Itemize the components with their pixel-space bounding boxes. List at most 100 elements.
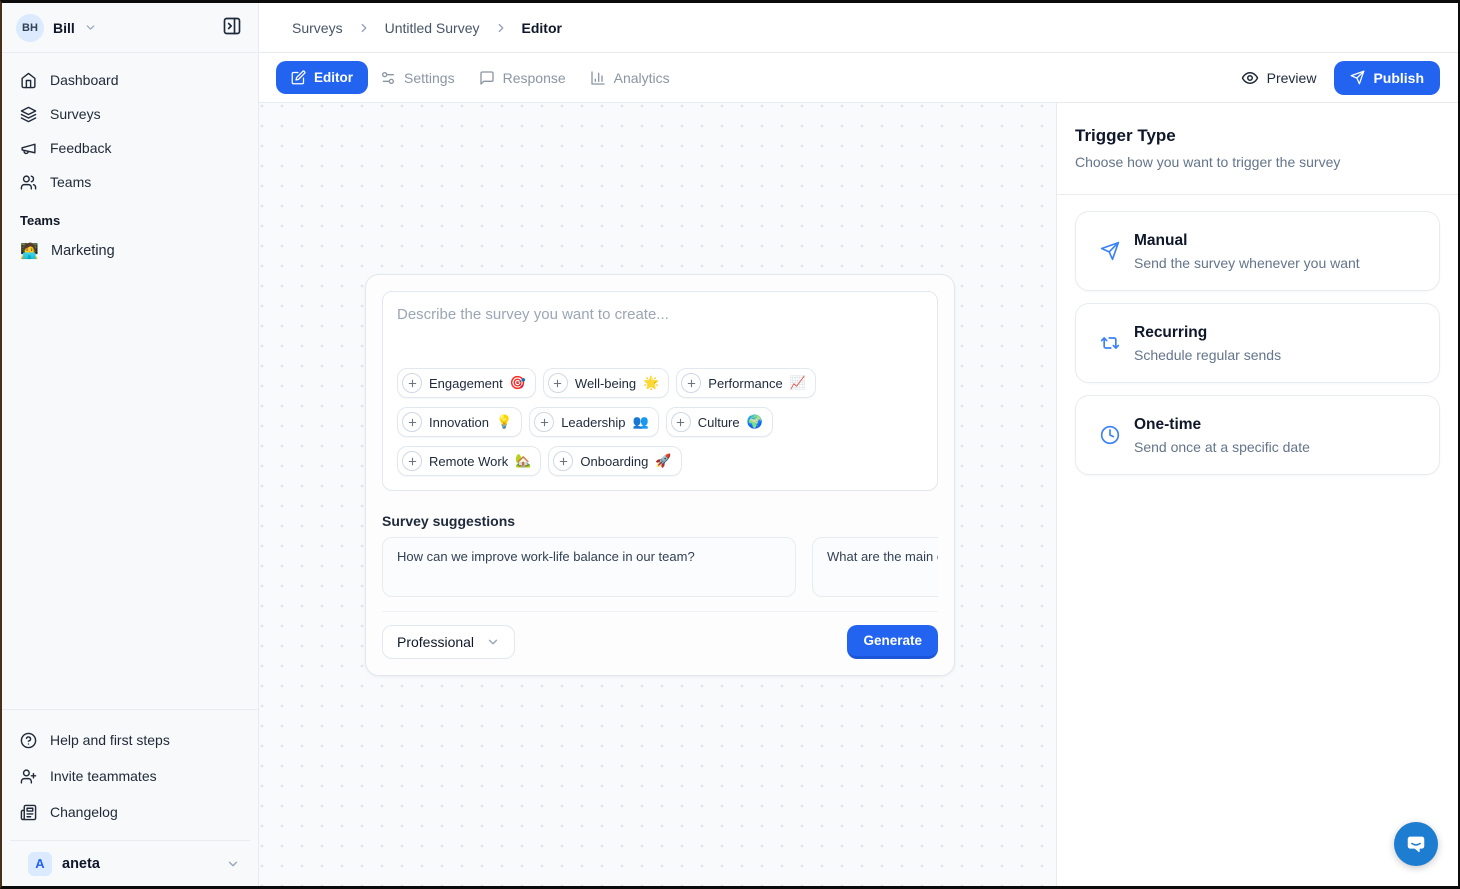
sidebar-item-invite[interactable]: Invite teammates [10,758,250,794]
preview-label: Preview [1267,70,1317,86]
plus-icon [402,412,422,432]
topic-chip-label: Performance [708,376,782,391]
topic-chip-label: Onboarding [580,454,648,469]
tab-response[interactable]: Response [467,62,578,94]
topic-chip-emoji: 🌟 [643,375,659,391]
topic-chip-emoji: 📈 [790,375,806,391]
topic-chip-emoji: 🏡 [515,453,531,469]
trigger-option-title: Recurring [1134,324,1281,342]
trigger-option-manual[interactable]: Manual Send the survey whenever you want [1075,211,1440,291]
topic-chip-culture[interactable]: Culture 🌍 [666,407,773,437]
topic-chips: Engagement 🎯 Well-being 🌟 Performance [397,368,923,476]
eye-icon [1241,69,1259,87]
bar-chart-icon [590,70,606,86]
trigger-option-title: One-time [1134,416,1310,434]
preview-button[interactable]: Preview [1241,69,1317,87]
sliders-icon [380,70,396,86]
sidebar-item-label: Teams [50,174,91,190]
team-emoji: 🧑‍💻 [20,242,38,260]
topic-chip-performance[interactable]: Performance 📈 [676,368,816,398]
suggestion-card[interactable]: What are the main ob [812,537,938,597]
topic-chip-label: Engagement [429,376,503,391]
user-plus-icon [20,768,37,785]
user-menu[interactable]: A aneta [10,840,250,886]
chat-bubble-icon [1405,833,1427,855]
chat-launcher-button[interactable] [1394,822,1438,866]
plus-icon [671,412,691,432]
publish-label: Publish [1373,70,1424,86]
user-name: aneta [62,856,100,872]
home-icon [20,72,37,89]
publish-button[interactable]: Publish [1334,61,1440,95]
sidebar-item-dashboard[interactable]: Dashboard [10,63,250,97]
sidebar-header: BH Bill [2,3,258,53]
trigger-option-recurring[interactable]: Recurring Schedule regular sends [1075,303,1440,383]
survey-description-input[interactable] [397,306,923,368]
topic-chip-emoji: 🚀 [655,453,671,469]
sidebar-item-label: Dashboard [50,72,119,88]
sidebar-team-marketing[interactable]: 🧑‍💻 Marketing [10,234,250,268]
trigger-panel-title: Trigger Type [1075,126,1440,146]
topic-chip-innovation[interactable]: Innovation 💡 [397,407,522,437]
user-avatar: A [28,852,52,876]
trigger-panel-subtitle: Choose how you want to trigger the surve… [1075,154,1440,170]
survey-composer-card: Engagement 🎯 Well-being 🌟 Performance [365,274,955,676]
sidebar-item-teams[interactable]: Teams [10,165,250,199]
sidebar-item-label: Invite teammates [50,768,157,784]
topic-chip-label: Innovation [429,415,489,430]
sidebar-item-changelog[interactable]: Changelog [10,794,250,830]
topic-chip-label: Leadership [561,415,625,430]
trigger-option-description: Send once at a specific date [1134,439,1310,455]
workspace-name: Bill [53,20,75,36]
topic-chip-onboarding[interactable]: Onboarding 🚀 [548,446,681,476]
plus-icon [402,451,422,471]
trigger-option-text: Manual Send the survey whenever you want [1134,232,1360,271]
layers-icon [20,106,37,123]
message-icon [479,70,495,86]
tab-label: Analytics [614,70,670,86]
sidebar-item-label: Changelog [50,804,118,820]
trigger-panel-header: Trigger Type Choose how you want to trig… [1057,103,1458,195]
topic-chip-engagement[interactable]: Engagement 🎯 [397,368,536,398]
topic-chip-label: Well-being [575,376,636,391]
trigger-option-text: Recurring Schedule regular sends [1134,324,1281,363]
suggestion-card[interactable]: How can we improve work-life balance in … [382,537,796,597]
help-circle-icon [20,732,37,749]
breadcrumb-survey-name[interactable]: Untitled Survey [385,20,480,36]
tone-select[interactable]: Professional [382,625,515,659]
sidebar-footer: Help and first steps Invite teammates Ch… [2,709,258,886]
app-window: BH Bill Dashboard [0,0,1460,889]
topic-chip-leadership[interactable]: Leadership 👥 [529,407,659,437]
breadcrumb-surveys[interactable]: Surveys [292,20,343,36]
chevron-right-icon [494,21,508,35]
tab-settings[interactable]: Settings [368,62,467,94]
survey-canvas[interactable]: Engagement 🎯 Well-being 🌟 Performance [259,103,1056,886]
topic-chip-wellbeing[interactable]: Well-being 🌟 [543,368,669,398]
trigger-option-one-time[interactable]: One-time Send once at a specific date [1075,395,1440,475]
newspaper-icon [20,804,37,821]
send-icon [1100,241,1120,261]
breadcrumb-current: Editor [522,20,562,36]
collapse-sidebar-button[interactable] [218,12,246,43]
sidebar-item-help[interactable]: Help and first steps [10,722,250,758]
breadcrumb: Surveys Untitled Survey Editor [259,3,1458,53]
composer-footer: Professional Generate [382,611,938,659]
tab-editor[interactable]: Editor [276,61,368,94]
topic-chip-label: Culture [698,415,740,430]
teams-section-label: Teams [10,199,250,234]
send-icon [1350,70,1365,85]
tab-analytics[interactable]: Analytics [578,62,682,94]
sidebar-item-feedback[interactable]: Feedback [10,131,250,165]
workspace-avatar: BH [16,14,44,42]
plus-icon [548,373,568,393]
pencil-icon [291,70,306,85]
topic-chip-emoji: 👥 [633,414,649,430]
panel-collapse-icon [222,16,242,39]
sidebar-item-label: Surveys [50,106,101,122]
generate-button[interactable]: Generate [847,625,938,659]
topic-chip-remote-work[interactable]: Remote Work 🏡 [397,446,541,476]
clock-icon [1100,425,1120,445]
workspace-switcher[interactable]: BH Bill [16,14,97,42]
suggestions-row: How can we improve work-life balance in … [382,537,938,597]
sidebar-item-surveys[interactable]: Surveys [10,97,250,131]
